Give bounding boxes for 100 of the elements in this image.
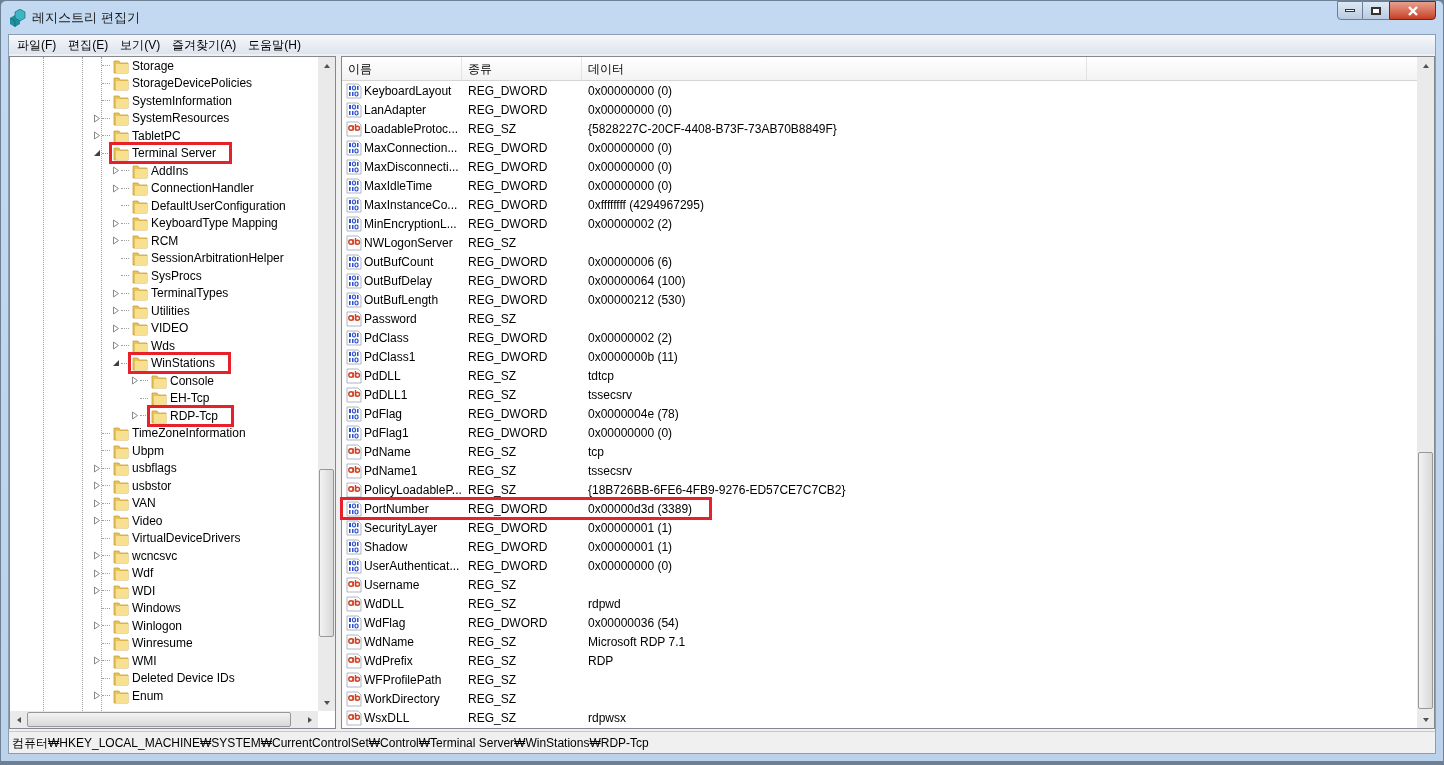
tree-item[interactable]: SystemInformation bbox=[111, 91, 235, 110]
table-row[interactable]: PdFlag REG_DWORD 0x0000004e (78) bbox=[342, 404, 679, 423]
tree-item[interactable]: DefaultUserConfiguration bbox=[130, 196, 288, 215]
close-button[interactable] bbox=[1389, 1, 1436, 20]
expand-arrow-icon[interactable] bbox=[93, 656, 101, 666]
table-row[interactable]: PdFlag1 REG_DWORD 0x00000000 (0) bbox=[342, 423, 673, 442]
column-header[interactable]: 데이터 bbox=[582, 57, 1087, 80]
scroll-down-icon[interactable] bbox=[1421, 715, 1430, 724]
expand-arrow-icon[interactable] bbox=[131, 411, 139, 421]
expand-arrow-icon[interactable] bbox=[112, 166, 120, 176]
table-row[interactable]: Username REG_SZ bbox=[342, 575, 582, 594]
table-row[interactable]: OutBufLength REG_DWORD 0x00000212 (530) bbox=[342, 290, 686, 309]
tree-item[interactable]: Winresume bbox=[111, 634, 195, 653]
table-row[interactable]: PdDLL REG_SZ tdtcp bbox=[342, 366, 614, 385]
tree-item[interactable]: usbflags bbox=[111, 459, 179, 478]
tree-item[interactable]: TabletPC bbox=[111, 126, 183, 145]
expand-arrow-icon[interactable] bbox=[93, 131, 101, 141]
menu-item[interactable]: 보기(V) bbox=[114, 35, 167, 54]
table-row[interactable]: KeyboardLayout REG_DWORD 0x00000000 (0) bbox=[342, 81, 673, 100]
tree-item[interactable]: WDI bbox=[111, 581, 158, 600]
tree-item[interactable]: ConnectionHandler bbox=[130, 179, 256, 198]
tree-item[interactable]: Wds bbox=[130, 336, 177, 355]
menu-item[interactable]: 즐겨찾기(A) bbox=[166, 35, 243, 54]
table-row[interactable]: PortNumber REG_DWORD 0x00000d3d (3389) bbox=[342, 499, 710, 518]
expand-arrow-icon[interactable] bbox=[112, 323, 120, 333]
tree-item[interactable]: RDP-Tcp bbox=[149, 406, 232, 425]
table-row[interactable]: WdFlag REG_DWORD 0x00000036 (54) bbox=[342, 613, 679, 632]
table-row[interactable]: MinEncryptionL... REG_DWORD 0x00000002 (2) bbox=[342, 214, 673, 233]
table-row[interactable]: WFProfilePath REG_SZ bbox=[342, 670, 582, 689]
expand-arrow-icon[interactable] bbox=[112, 341, 120, 351]
table-row[interactable]: WsxDLL REG_SZ rdpwsx bbox=[342, 708, 626, 727]
tree-item[interactable]: Storage bbox=[111, 57, 177, 75]
collapse-arrow-icon[interactable] bbox=[93, 149, 101, 158]
maximize-button[interactable] bbox=[1363, 1, 1389, 20]
tree-item[interactable]: Utilities bbox=[130, 301, 192, 320]
table-row[interactable]: PdName1 REG_SZ tssecsrv bbox=[342, 461, 632, 480]
expand-arrow-icon[interactable] bbox=[112, 218, 120, 228]
tree-item[interactable]: TimeZoneInformation bbox=[111, 424, 248, 443]
expand-arrow-icon[interactable] bbox=[93, 463, 101, 473]
tree-item[interactable]: SessionArbitrationHelper bbox=[130, 249, 286, 268]
tree-item[interactable]: AddIns bbox=[130, 161, 191, 180]
tree-item[interactable]: Wdf bbox=[111, 564, 156, 583]
table-row[interactable]: Password REG_SZ bbox=[342, 309, 582, 328]
table-row[interactable]: SecurityLayer REG_DWORD 0x00000001 (1) bbox=[342, 518, 673, 537]
table-row[interactable]: UserAuthenticat... REG_DWORD 0x00000000 (0) bbox=[342, 556, 673, 575]
table-row[interactable]: PolicyLoadableP... REG_SZ {18B726BB-6FE6-4FB9-9276-ED57CE7C7CB2} bbox=[342, 480, 846, 499]
tree-item[interactable]: VAN bbox=[111, 494, 158, 513]
column-header[interactable]: 이름 bbox=[342, 57, 462, 80]
table-row[interactable]: PdClass REG_DWORD 0x00000002 (2) bbox=[342, 328, 673, 347]
menu-item[interactable]: 편집(E) bbox=[62, 35, 115, 54]
table-row[interactable]: LoadableProtoc... REG_SZ {5828227C-20CF-4408-B73F-73AB70B8849F} bbox=[342, 119, 837, 138]
scroll-down-icon[interactable] bbox=[322, 698, 331, 707]
expand-arrow-icon[interactable] bbox=[112, 183, 120, 193]
table-row[interactable]: WorkDirectory REG_SZ bbox=[342, 689, 582, 708]
tree-item[interactable]: Enum bbox=[111, 686, 166, 705]
tree-item[interactable]: Video bbox=[111, 511, 165, 530]
table-row[interactable]: PdName REG_SZ tcp bbox=[342, 442, 604, 461]
table-row[interactable]: OutBufDelay REG_DWORD 0x00000064 (100) bbox=[342, 271, 686, 290]
expand-arrow-icon[interactable] bbox=[131, 376, 139, 386]
menu-item[interactable]: 도움말(H) bbox=[242, 35, 307, 54]
table-row[interactable]: WdPrefix REG_SZ RDP bbox=[342, 651, 614, 670]
tree-item[interactable]: WMI bbox=[111, 651, 159, 670]
expand-arrow-icon[interactable] bbox=[93, 621, 101, 631]
tree-item[interactable]: Windows bbox=[111, 599, 183, 618]
expand-arrow-icon[interactable] bbox=[93, 691, 101, 701]
table-row[interactable]: PdClass1 REG_DWORD 0x0000000b (11) bbox=[342, 347, 678, 366]
table-row[interactable]: WdName REG_SZ Microsoft RDP 7.1 bbox=[342, 632, 686, 651]
scroll-thumb[interactable] bbox=[1418, 452, 1433, 709]
tree-item[interactable]: WinStations bbox=[130, 354, 230, 373]
column-header[interactable]: 종류 bbox=[462, 57, 582, 80]
table-row[interactable]: Shadow REG_DWORD 0x00000001 (1) bbox=[342, 537, 673, 556]
tree-item[interactable]: SystemResources bbox=[111, 109, 232, 128]
expand-arrow-icon[interactable] bbox=[93, 516, 101, 526]
expand-arrow-icon[interactable] bbox=[112, 236, 120, 246]
table-row[interactable]: MaxIdleTime REG_DWORD 0x00000000 (0) bbox=[342, 176, 673, 195]
scroll-right-icon[interactable] bbox=[305, 715, 314, 724]
collapse-arrow-icon[interactable] bbox=[112, 359, 120, 368]
tree-item[interactable]: VIDEO bbox=[130, 319, 191, 338]
table-row[interactable]: OutBufCount REG_DWORD 0x00000006 (6) bbox=[342, 252, 673, 271]
tree-item[interactable]: RCM bbox=[130, 231, 181, 250]
tree-item[interactable]: StorageDevicePolicies bbox=[111, 74, 255, 93]
expand-arrow-icon[interactable] bbox=[93, 586, 101, 596]
table-row[interactable]: MaxConnection... REG_DWORD 0x00000000 (0) bbox=[342, 138, 673, 157]
tree-item[interactable]: KeyboardType Mapping bbox=[130, 214, 280, 233]
table-row[interactable]: MaxInstanceCo... REG_DWORD 0xffffffff (4294967295) bbox=[342, 195, 704, 214]
minimize-button[interactable] bbox=[1337, 1, 1363, 20]
expand-arrow-icon[interactable] bbox=[93, 481, 101, 491]
tree-item[interactable]: Winlogon bbox=[111, 616, 185, 635]
tree-item[interactable]: EH-Tcp bbox=[149, 389, 212, 408]
scroll-thumb[interactable] bbox=[319, 469, 334, 637]
tree-item[interactable]: Console bbox=[149, 371, 217, 390]
tree-item[interactable]: usbstor bbox=[111, 476, 174, 495]
tree-item[interactable]: Ubpm bbox=[111, 441, 166, 460]
expand-arrow-icon[interactable] bbox=[93, 113, 101, 123]
tree-item[interactable]: TerminalTypes bbox=[130, 284, 231, 303]
tree-item[interactable]: Deleted Device IDs bbox=[111, 669, 237, 688]
expand-arrow-icon[interactable] bbox=[93, 568, 101, 578]
table-row[interactable]: MaxDisconnecti... REG_DWORD 0x00000000 (0) bbox=[342, 157, 673, 176]
tree-item[interactable]: wcncsvc bbox=[111, 546, 180, 565]
horizontal-scrollbar[interactable] bbox=[10, 711, 318, 728]
